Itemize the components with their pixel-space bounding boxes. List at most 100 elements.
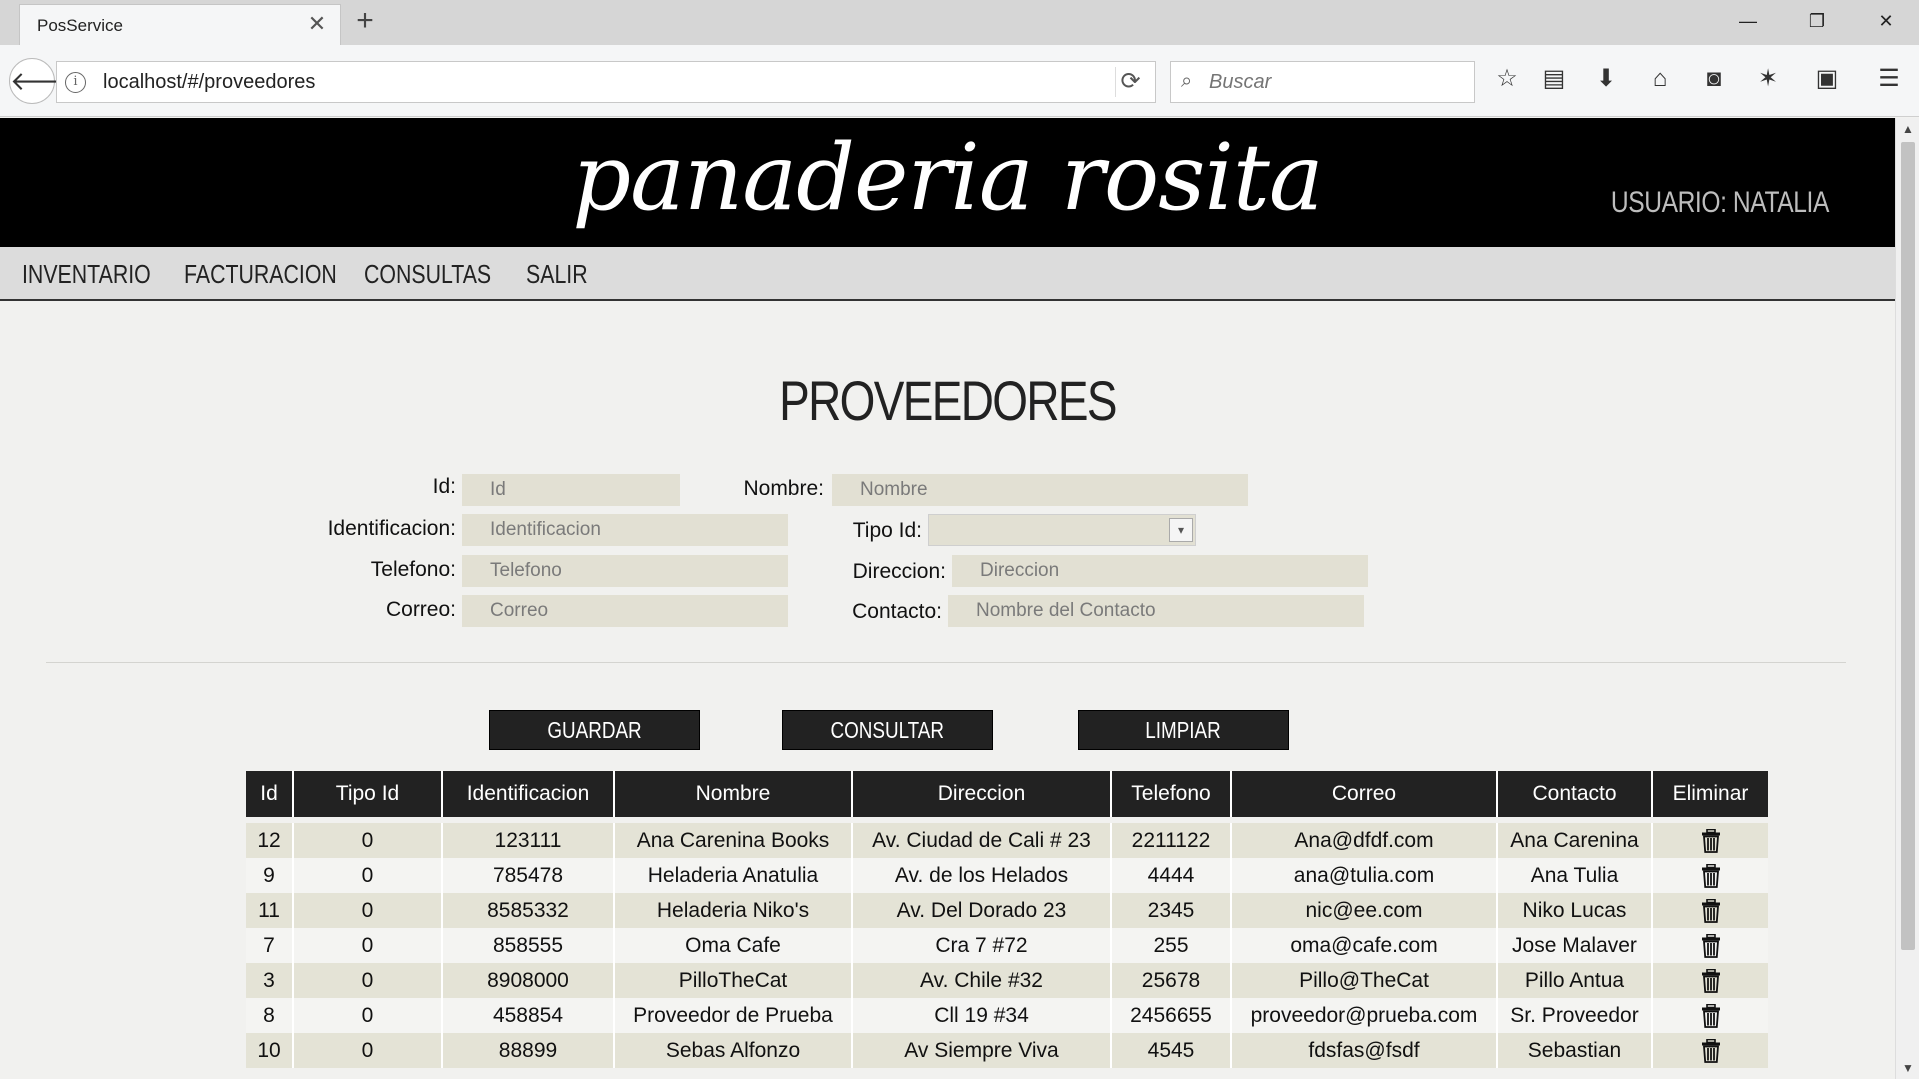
cell-correo: oma@cafe.com <box>1231 928 1498 963</box>
back-button[interactable]: 🡐 <box>9 58 80 104</box>
correo-input[interactable] <box>462 595 788 627</box>
cell-eliminar[interactable] <box>1652 1033 1768 1068</box>
cell-telefono: 2211122 <box>1111 823 1232 858</box>
download-icon[interactable]: ⬇ <box>1590 63 1622 95</box>
nombre-label: Nombre: <box>743 477 824 500</box>
cell-id: 3 <box>246 963 294 998</box>
extension-icon[interactable]: ▣ <box>1811 63 1843 95</box>
identificacion-label: Identificacion: <box>327 517 456 540</box>
cell-correo: proveedor@prueba.com <box>1231 998 1498 1033</box>
menu-icon[interactable]: ☰ <box>1873 63 1905 95</box>
tipo-id-label: Tipo Id: <box>852 519 922 542</box>
cell-contacto: Jose Malaver <box>1497 928 1653 963</box>
proveedores-table: Id Tipo Id Identificacion Nombre Direcci… <box>246 771 1768 1068</box>
consultar-button[interactable]: CONSULTAR <box>782 710 993 750</box>
col-header-eliminar: Eliminar <box>1652 771 1768 817</box>
browser-window: PosService ✕ + — ❐ ✕ 🡐 i localhost/#/pro… <box>0 0 1919 1079</box>
url-text[interactable]: localhost/#/proveedores <box>103 71 315 94</box>
nav-item-salir[interactable]: SALIR <box>526 259 588 290</box>
chevron-down-icon[interactable]: ▾ <box>1169 518 1193 542</box>
cell-telefono: 4545 <box>1111 1033 1232 1068</box>
cell-identificacion: 8585332 <box>442 893 615 928</box>
cell-eliminar[interactable] <box>1652 998 1768 1033</box>
scroll-down-icon[interactable]: ▼ <box>1896 1057 1919 1079</box>
nombre-input[interactable] <box>832 474 1248 506</box>
limpiar-button[interactable]: LIMPIAR <box>1078 710 1289 750</box>
telefono-input[interactable] <box>462 555 788 587</box>
trash-icon[interactable] <box>1701 968 1721 993</box>
bookmark-star-icon[interactable]: ☆ <box>1491 63 1523 95</box>
site-header: panaderia rosita USUARIO: NATALIA <box>0 118 1895 247</box>
minimize-button[interactable]: — <box>1728 6 1768 36</box>
cell-id: 10 <box>246 1033 294 1068</box>
tipo-id-select[interactable]: ▾ <box>928 514 1196 546</box>
identificacion-input[interactable] <box>462 514 788 546</box>
cell-telefono: 255 <box>1111 928 1232 963</box>
cell-contacto: Ana Tulia <box>1497 858 1653 893</box>
cell-direccion: Cll 19 #34 <box>852 998 1112 1033</box>
cell-correo: fdsfas@fsdf <box>1231 1033 1498 1068</box>
tab-close-icon[interactable]: ✕ <box>306 13 328 35</box>
table-row[interactable]: 8 0 458854 Proveedor de Prueba Cll 19 #34 245… <box>246 998 1768 1033</box>
cell-contacto: Ana Carenina <box>1497 823 1653 858</box>
trash-icon[interactable] <box>1701 863 1721 888</box>
cell-eliminar[interactable] <box>1652 893 1768 928</box>
guardar-button-label: GUARDAR <box>547 717 642 743</box>
cell-identificacion: 785478 <box>442 858 615 893</box>
cell-tipo-id: 0 <box>293 928 443 963</box>
cell-contacto: Sr. Proveedor <box>1497 998 1653 1033</box>
close-window-button[interactable]: ✕ <box>1866 6 1906 36</box>
home-icon[interactable]: ⌂ <box>1644 63 1676 95</box>
cell-nombre: Oma Cafe <box>614 928 853 963</box>
cell-nombre: Heladeria Niko's <box>614 893 853 928</box>
consultar-button-label: CONSULTAR <box>830 717 945 743</box>
info-icon[interactable]: i <box>65 72 86 93</box>
table-row[interactable]: 9 0 785478 Heladeria Anatulia Av. de los Hel… <box>246 858 1768 893</box>
cell-correo: Ana@dfdf.com <box>1231 823 1498 858</box>
scroll-thumb[interactable] <box>1901 142 1915 950</box>
restore-button[interactable]: ❐ <box>1797 6 1837 36</box>
trash-icon[interactable] <box>1701 898 1721 923</box>
reload-icon[interactable]: ⟳ <box>1115 67 1145 97</box>
id-input[interactable] <box>462 474 680 506</box>
cell-identificacion: 88899 <box>442 1033 615 1068</box>
search-input[interactable] <box>1209 67 1459 97</box>
reader-list-icon[interactable]: ▤ <box>1538 63 1570 95</box>
trash-icon[interactable] <box>1701 1038 1721 1063</box>
cell-identificacion: 458854 <box>442 998 615 1033</box>
cell-telefono: 4444 <box>1111 858 1232 893</box>
addon-icon[interactable]: ✶ <box>1752 63 1784 95</box>
nav-item-inventario[interactable]: INVENTARIO <box>22 259 151 290</box>
cell-eliminar[interactable] <box>1652 963 1768 998</box>
table-row[interactable]: 12 0 123111 Ana Carenina Books Av. Ciudad de… <box>246 823 1768 858</box>
trash-icon[interactable] <box>1701 933 1721 958</box>
table-row[interactable]: 11 0 8585332 Heladeria Niko's Av. Del Dorado… <box>246 893 1768 928</box>
telefono-label: Telefono: <box>370 558 456 581</box>
scroll-up-icon[interactable]: ▲ <box>1896 118 1919 140</box>
direccion-label: Direccion: <box>852 560 946 583</box>
table-row[interactable]: 3 0 8908000 PilloTheCat Av. Chile #32 25678 Pi… <box>246 963 1768 998</box>
search-bar[interactable]: ⌕ <box>1170 61 1475 103</box>
cell-identificacion: 8908000 <box>442 963 615 998</box>
cell-eliminar[interactable] <box>1652 858 1768 893</box>
table-body: 12 0 123111 Ana Carenina Books Av. Ciudad de… <box>246 817 1768 1068</box>
cell-contacto: Sebastian <box>1497 1033 1653 1068</box>
table-row[interactable]: 10 0 88899 Sebas Alfonzo Av Siempre Viva 4545… <box>246 1033 1768 1068</box>
url-bar[interactable]: i localhost/#/proveedores ⟳ <box>56 61 1156 103</box>
contacto-input[interactable] <box>948 595 1364 627</box>
tab-strip: PosService ✕ + — ❐ ✕ <box>0 0 1919 45</box>
cell-eliminar[interactable] <box>1652 928 1768 963</box>
direccion-input[interactable] <box>952 555 1368 587</box>
pocket-icon[interactable]: ◙ <box>1698 63 1730 95</box>
cell-eliminar[interactable] <box>1652 823 1768 858</box>
new-tab-button[interactable]: + <box>352 6 378 36</box>
vertical-scrollbar[interactable]: ▲ ▼ <box>1895 118 1919 1079</box>
browser-tab[interactable]: PosService ✕ <box>19 4 341 45</box>
nav-item-facturacion[interactable]: FACTURACION <box>184 259 337 290</box>
guardar-button[interactable]: GUARDAR <box>489 710 700 750</box>
nav-item-consultas[interactable]: CONSULTAS <box>364 259 491 290</box>
id-label: Id: <box>432 475 456 498</box>
trash-icon[interactable] <box>1701 828 1721 853</box>
trash-icon[interactable] <box>1701 1003 1721 1028</box>
table-row[interactable]: 7 0 858555 Oma Cafe Cra 7 #72 255 oma@cafe.com… <box>246 928 1768 963</box>
